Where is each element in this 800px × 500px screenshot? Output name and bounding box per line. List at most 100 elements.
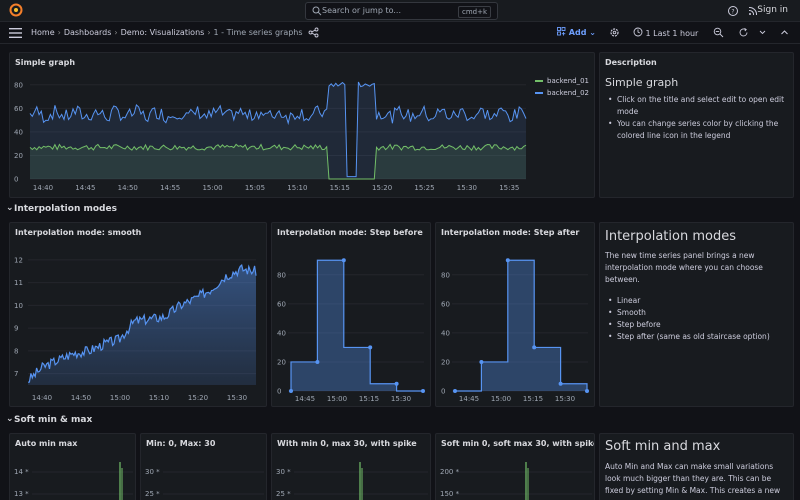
y-tick-label: 9 [14,325,18,333]
y-tick-label: 60 [14,105,23,113]
y-tick-label: 12 [14,256,23,264]
panel-title[interactable]: Description [605,58,657,67]
smooth-chart: 7 8 9 10 11 12 14:40 14:50 15:00 15:10 15:20 15:30 [14,256,257,402]
panel-interpolation-text: Interpolation modes The new time series … [599,222,794,407]
zoom-out-icon[interactable] [713,27,724,38]
y-tick-label: 13 * [14,490,29,498]
x-tick-label: 15:30 [457,184,477,192]
x-tick-label: 15:00 [202,184,222,192]
search-placeholder: Search or jump to... [322,6,401,15]
panel-simple-graph[interactable]: Simple graph backend_01 backend_02 0 20 40… [9,52,595,198]
sign-in-link[interactable]: Sign in [757,5,788,15]
data-point [289,389,293,393]
clock-icon [633,27,643,37]
soft-min-max-heading: Soft min and max [605,439,721,454]
data-point [453,389,457,393]
settings-icon[interactable] [609,27,620,38]
soft-min-max-paragraph: Auto Min and Max can make small variatio… [605,462,781,495]
interpolation-intro: The new time series panel brings a new i… [605,251,763,284]
share-icon[interactable] [308,27,319,38]
step-before-chart: 0 20 40 60 80 14:45 15:00 15:15 15:30 [277,258,425,403]
description-body: Click on the title and select edit to op… [605,94,788,142]
y-tick-label: 150 * [440,490,460,498]
chevron-down-icon: ⌄ [6,203,14,213]
data-point [585,389,589,393]
x-tick-label: 14:40 [32,394,52,402]
refresh-icon[interactable] [738,27,749,38]
interpolation-bullet: Smooth [605,307,788,319]
description-heading: Simple graph [605,76,679,89]
y-tick-label: 20 [277,358,286,366]
step-area [455,260,587,391]
data-point [532,345,537,350]
y-tick-label: 200 * [440,468,460,476]
breadcrumb-folder[interactable]: Demo: Visualizations [121,28,205,37]
search-shortcut: cmd+k [457,6,491,18]
x-tick-label: 15:05 [245,184,265,192]
data-point [558,381,563,386]
x-tick-label: 15:25 [414,184,434,192]
y-tick-label: 7 [14,370,18,378]
time-range-label: 1 Last 1 hour [645,29,699,38]
step-area [291,260,423,391]
y-tick-label: 40 [441,329,450,337]
y-tick-label: 20 [14,152,23,160]
x-tick-label: 14:50 [118,184,138,192]
help-icon[interactable]: ? [727,5,739,17]
breadcrumb-dashboards[interactable]: Dashboards [64,28,112,37]
panel-interpolation-smooth[interactable]: Interpolation mode: smooth 7 8 9 10 11 12 14:4… [9,222,267,407]
interpolation-bullet: Step after (same as old staircase option… [605,331,788,343]
auto-min-max-chart: 14 * 13 * [14,462,133,500]
x-tick-label: 15:15 [359,395,379,403]
panel-interpolation-step-after[interactable]: Interpolation mode: Step after 0 20 40 60 80… [435,222,595,407]
min0-max30-spike-chart: 30 * 25 * [276,462,428,500]
panel-auto-min-max[interactable]: Auto min max 14 * 13 * [9,433,136,500]
refresh-interval-chevron-icon[interactable] [757,27,768,38]
breadcrumb: Home › Dashboards › Demo: Visualizations › 1 -… [31,28,303,37]
row-interpolation-modes[interactable]: ⌄ Interpolation modes [6,203,117,214]
y-tick-label: 25 * [276,490,291,498]
x-tick-label: 15:00 [491,395,511,403]
row-title-label: Interpolation modes [14,204,117,214]
panel-description: Description Simple graph Click on the ti… [599,52,794,198]
panel-min0-max30[interactable]: Min: 0, Max: 30 30 * 25 * [140,433,267,500]
y-tick-label: 20 [441,358,450,366]
breadcrumb-home[interactable]: Home [31,28,55,37]
x-tick-label: 14:55 [160,184,180,192]
collapse-up-icon[interactable] [779,27,790,38]
description-bullet: Click on the title and select edit to op… [605,94,788,118]
y-tick-label: 0 [441,388,445,396]
panel-interpolation-step-before[interactable]: Interpolation mode: Step before 0 20 40 60 8… [271,222,431,407]
add-button[interactable]: Add ⌄ [557,27,596,37]
y-tick-label: 40 [14,128,23,136]
x-tick-label: 15:20 [372,184,392,192]
x-tick-label: 14:40 [33,184,53,192]
y-tick-label: 40 [277,329,286,337]
description-bullet: You can change series color by clicking … [605,118,788,142]
interpolation-bullet: Step before [605,319,788,331]
search-input[interactable]: Search or jump to... cmd+k [305,2,498,20]
y-tick-label: 30 * [145,468,160,476]
y-tick-label: 60 [277,300,286,308]
x-tick-label: 15:15 [523,395,543,403]
time-range-picker[interactable]: 1 Last 1 hour [633,27,698,38]
x-tick-label: 14:45 [295,395,315,403]
y-tick-label: 80 [441,271,450,279]
add-label: Add [568,28,587,37]
x-tick-label: 14:45 [75,184,95,192]
top-bar: Search or jump to... cmd+k ? Sign in [0,0,800,22]
x-tick-label: 14:45 [459,395,479,403]
panel-soft-min-max-spike[interactable]: Soft min 0, soft max 30, with spike 200 … [435,433,595,500]
row-soft-min-max[interactable]: ⌄ Soft min & max [6,414,92,425]
y-tick-label: 8 [14,347,18,355]
menu-icon[interactable] [9,28,22,38]
simple-graph-chart: 0 20 40 60 80 14:40 14:45 14:50 14:55 15:00 15:05 1… [14,81,527,192]
panel-min0-max30-spike[interactable]: With min 0, max 30, with spike 30 * 25 * [271,433,431,500]
y-tick-label: 25 * [145,490,160,498]
data-point [479,359,484,364]
grafana-logo-icon[interactable] [9,3,23,17]
breadcrumb-current: 1 - Time series graphs [213,28,303,37]
x-tick-label: 15:00 [327,395,347,403]
y-tick-label: 0 [14,176,18,184]
y-tick-label: 80 [277,271,286,279]
